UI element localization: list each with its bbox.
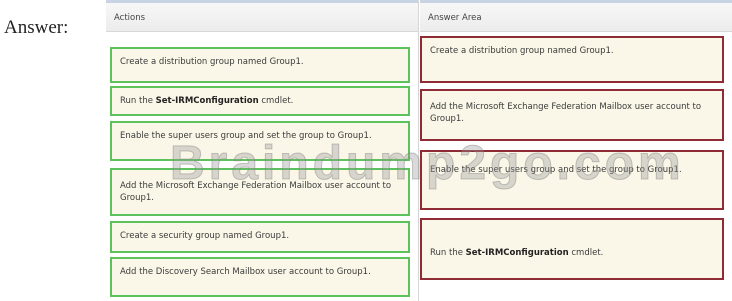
action-item[interactable]: Add the Microsoft Exchange Federation Ma… — [110, 168, 410, 216]
answer-item[interactable]: Create a distribution group named Group1… — [420, 36, 724, 83]
action-item[interactable]: Enable the super users group and set the… — [110, 121, 410, 161]
answer-panel: Answer Area Create a distribution group … — [420, 0, 732, 301]
actions-panel: Actions Create a distribution group name… — [106, 0, 419, 301]
answer-header: Answer Area — [420, 0, 732, 32]
action-item[interactable]: Create a distribution group named Group1… — [110, 47, 410, 83]
actions-header-title: Actions — [114, 13, 146, 23]
action-item[interactable]: Run the Set-IRMConfiguration cmdlet. — [110, 86, 410, 116]
answer-label: Answer: — [4, 17, 69, 38]
answer-item[interactable]: Enable the super users group and set the… — [420, 150, 724, 210]
action-item[interactable]: Add the Discovery Search Mailbox user ac… — [110, 257, 410, 297]
answer-item[interactable]: Run the Set-IRMConfiguration cmdlet. — [420, 218, 724, 280]
answer-item[interactable]: Add the Microsoft Exchange Federation Ma… — [420, 89, 724, 141]
actions-header: Actions — [106, 0, 418, 32]
action-item[interactable]: Create a security group named Group1. — [110, 221, 410, 253]
answer-header-title: Answer Area — [428, 13, 482, 23]
